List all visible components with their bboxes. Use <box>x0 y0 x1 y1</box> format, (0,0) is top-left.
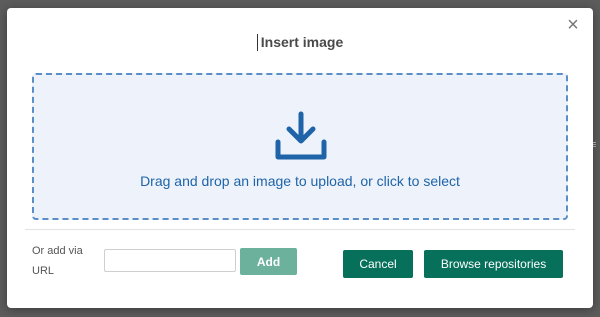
cancel-button[interactable]: Cancel <box>343 250 413 278</box>
image-dropzone[interactable]: Drag and drop an image to upload, or cli… <box>32 73 568 220</box>
divider <box>25 229 575 230</box>
insert-image-dialog: × Insert image Drag and drop an image to… <box>7 8 593 308</box>
dropzone-instructions: Drag and drop an image to upload, or cli… <box>140 173 460 189</box>
dialog-header: Insert image <box>7 34 593 52</box>
close-icon[interactable]: × <box>565 15 581 35</box>
url-input[interactable] <box>104 249 236 272</box>
dialog-title: Insert image <box>256 34 343 51</box>
url-label: Or add via URL <box>32 245 83 277</box>
download-icon <box>275 111 327 160</box>
browse-repositories-button[interactable]: Browse repositories <box>424 250 563 278</box>
add-url-button[interactable]: Add <box>240 248 297 275</box>
